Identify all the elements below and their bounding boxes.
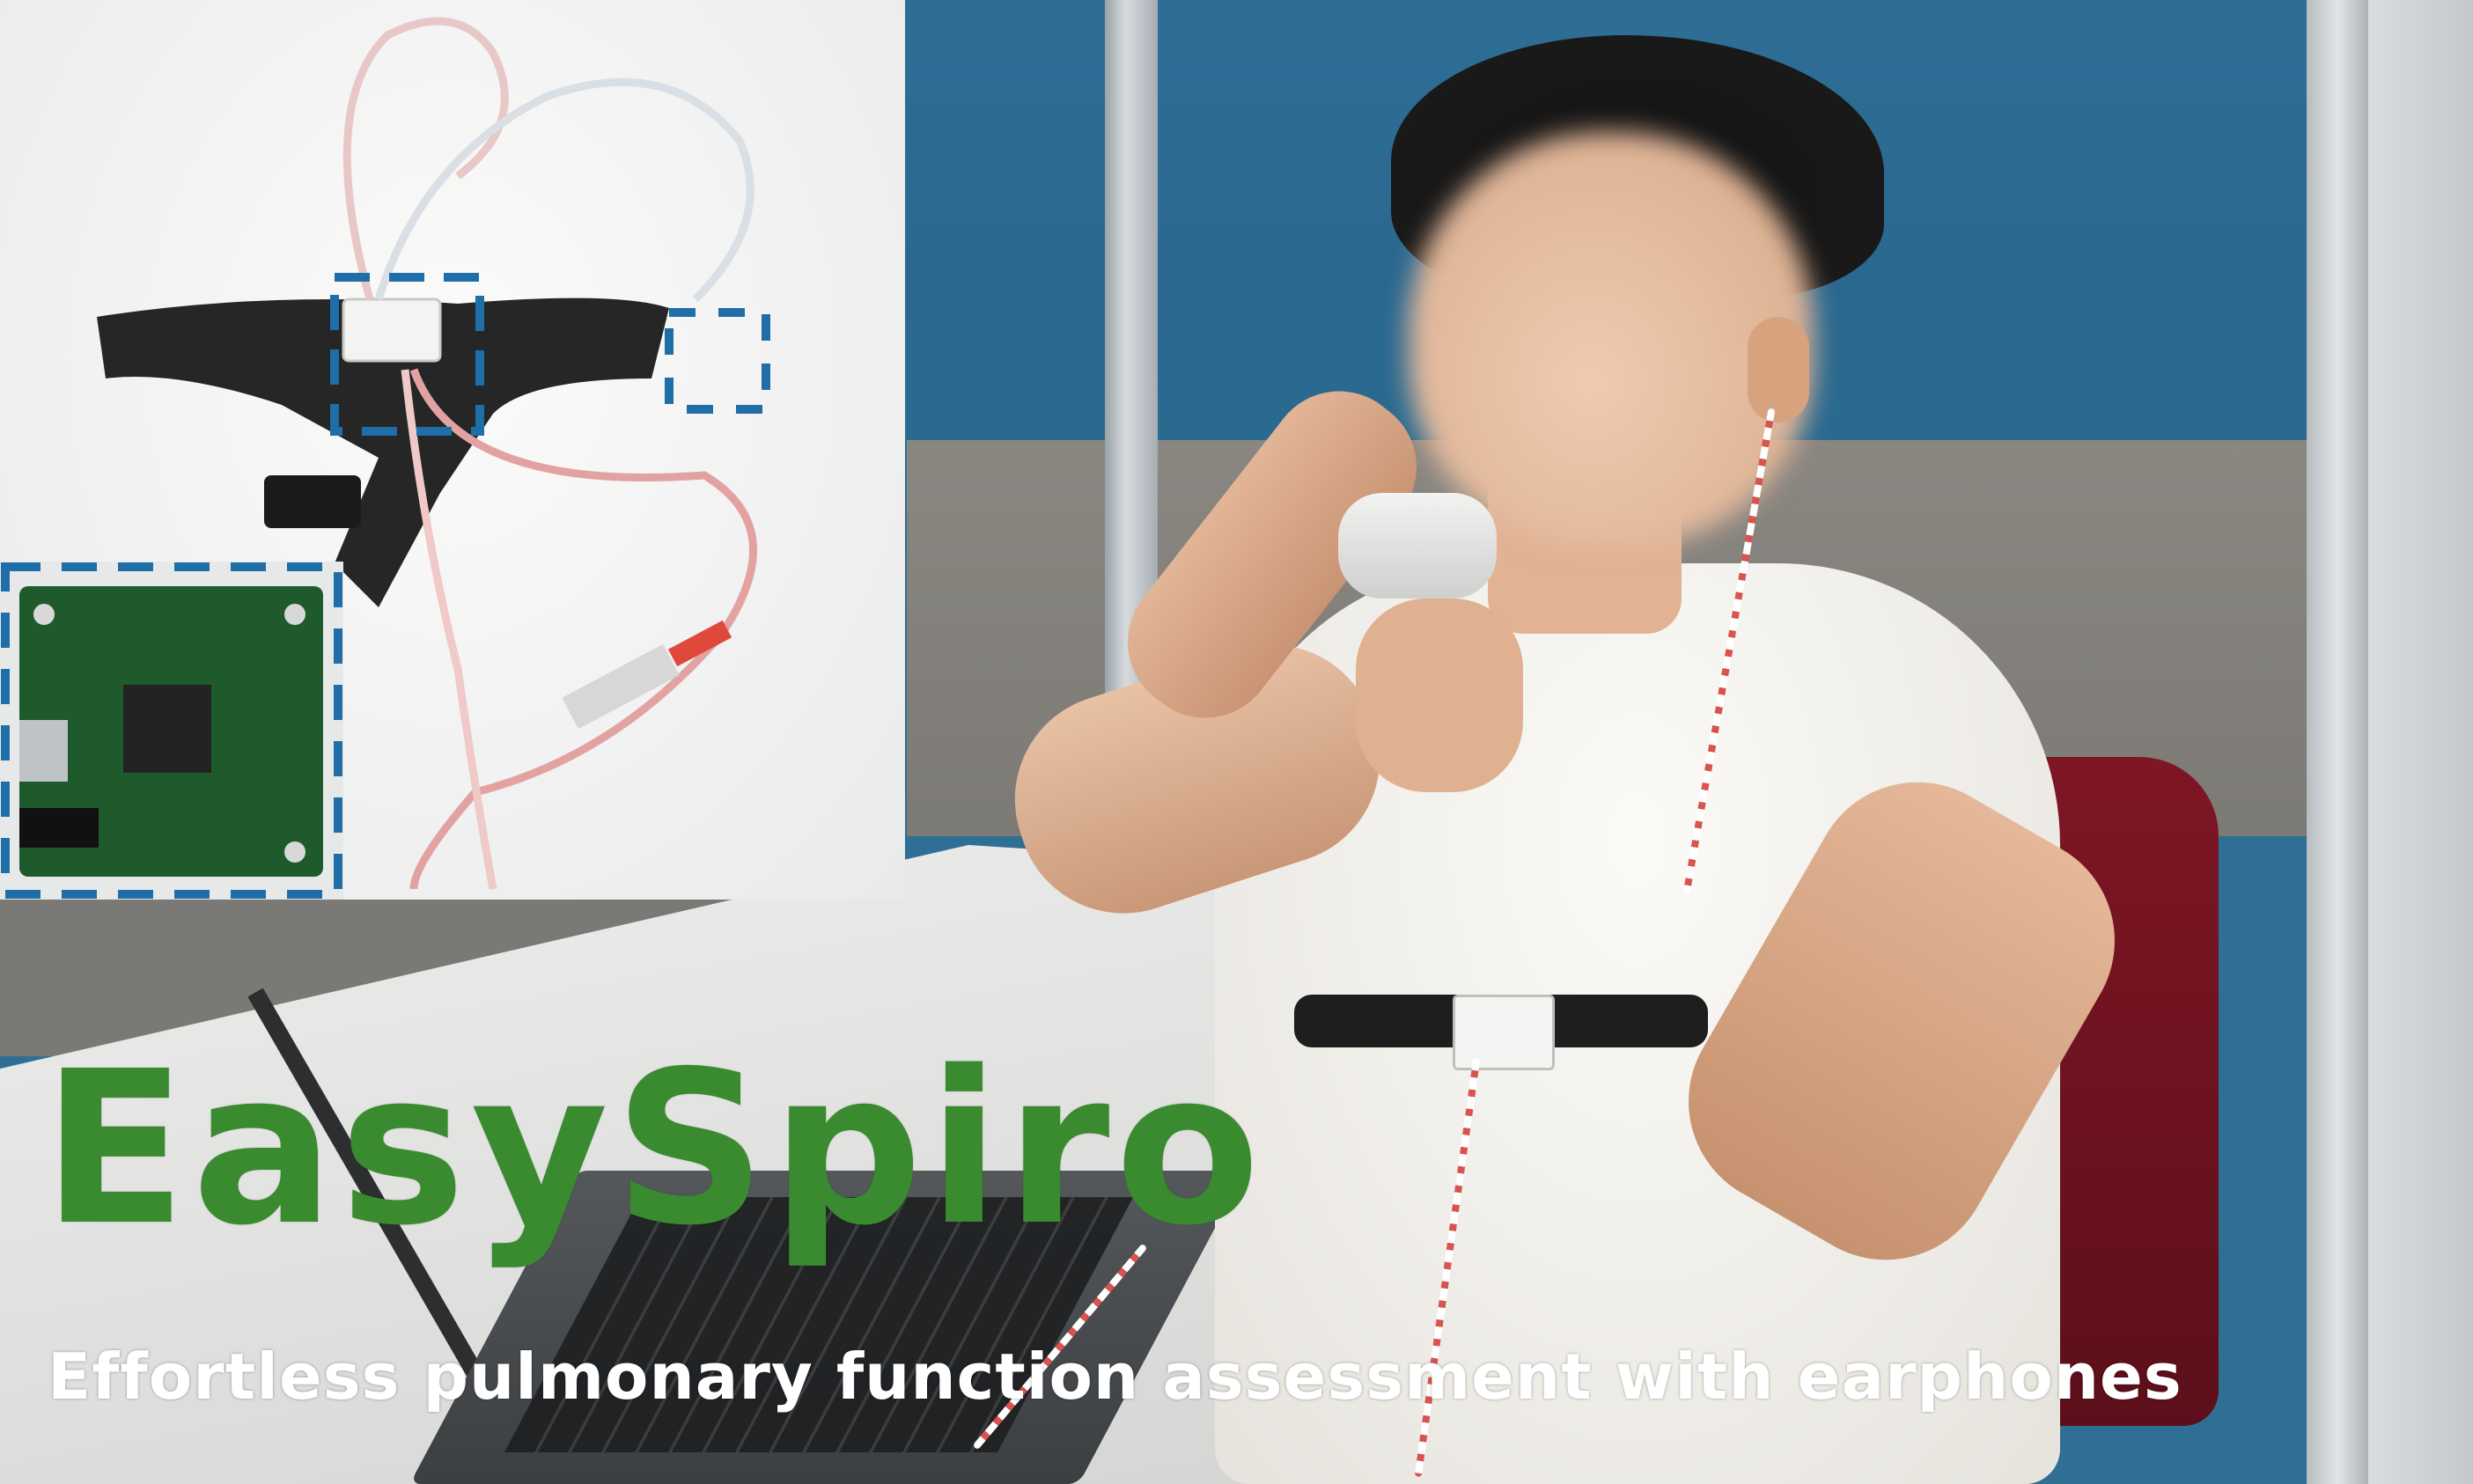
usb-c-port	[19, 720, 68, 782]
mount-hole	[284, 841, 305, 863]
usb-connector	[562, 643, 680, 730]
product-title: EasySpiro	[42, 1025, 1266, 1272]
pcb-inset	[0, 562, 343, 900]
product-tagline: Effortless pulmonary function assessment…	[48, 1340, 2182, 1414]
mount-hole	[33, 604, 55, 625]
person-ear	[1748, 317, 1809, 422]
buckle	[264, 475, 361, 528]
sensor-board	[342, 298, 442, 363]
spirometer-mouthpiece	[1338, 493, 1497, 599]
mount-hole	[284, 604, 305, 625]
sensor-module	[1453, 995, 1555, 1070]
doorway	[2368, 0, 2473, 1484]
pcb-illustration	[1, 562, 342, 899]
device-inset-photo	[0, 0, 905, 900]
cable-loop-2	[374, 77, 754, 303]
partition-post-right	[2307, 0, 2368, 1484]
cable-loop-1	[342, 17, 509, 301]
pin-header	[19, 808, 99, 848]
highlight-frame-earphone	[665, 308, 770, 414]
person-hand	[1356, 599, 1523, 792]
mcu-chip	[123, 685, 211, 773]
